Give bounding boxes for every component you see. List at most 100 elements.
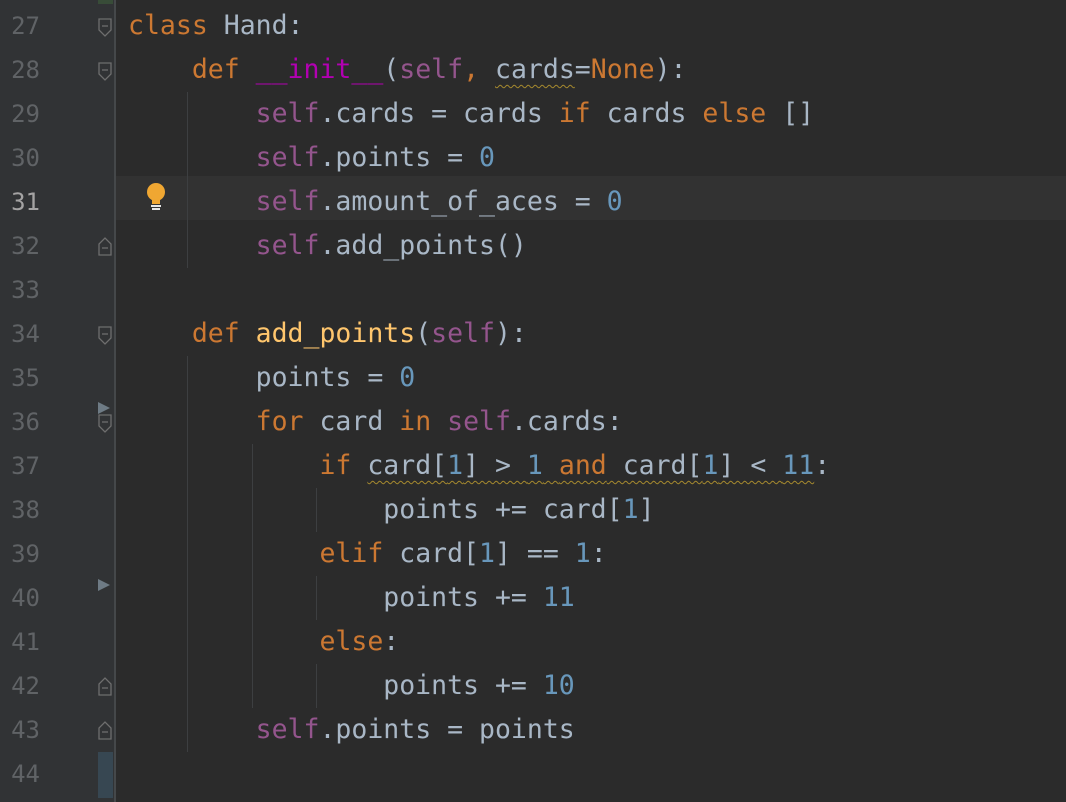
code-token: 1 <box>574 538 591 569</box>
line-number: 29 <box>11 100 40 128</box>
code-token: 0 <box>399 362 416 393</box>
code-token: 11 <box>782 450 815 481</box>
line-number: 27 <box>11 12 40 40</box>
code-token: ] <box>638 494 655 525</box>
vcs-change-marker[interactable] <box>98 0 113 4</box>
code-token: Hand: <box>223 10 304 41</box>
line-number: 28 <box>11 56 40 84</box>
code-token: add_points <box>255 318 416 349</box>
code-line[interactable]: 27 class Hand: <box>11 0 1066 44</box>
code-token: points += card[ <box>128 494 623 525</box>
code-text[interactable]: points += 11 <box>128 576 575 620</box>
code-token: 11 <box>542 582 575 613</box>
code-text[interactable]: def __init__(self, cards=None): <box>128 48 687 92</box>
code-text[interactable]: elif card[1] == 1: <box>128 532 607 576</box>
fold-end-marker-icon[interactable] <box>98 236 112 256</box>
line-number: 31 <box>11 188 40 216</box>
code-token: .cards = cards <box>319 98 559 129</box>
line-number: 32 <box>11 232 40 260</box>
code-token: card[ <box>383 538 480 569</box>
code-text[interactable]: for card in self.cards: <box>128 400 623 444</box>
code-token: 1 <box>702 450 719 481</box>
code-line[interactable]: 29 self.cards = cards if cards else [] <box>11 88 1066 132</box>
fold-marker-icon[interactable] <box>98 414 112 433</box>
code-text[interactable]: self.points = 0 <box>128 136 495 180</box>
code-line[interactable]: 34 def add_points(self): <box>11 308 1066 352</box>
code-token: def <box>128 54 256 85</box>
fold-marker-icon[interactable] <box>98 18 112 37</box>
code-line[interactable]: 41 else: <box>11 616 1066 660</box>
code-token: 1 <box>479 538 495 569</box>
fold-marker-icon[interactable] <box>98 326 112 345</box>
line-number: 34 <box>11 320 40 348</box>
code-text[interactable]: if card[1] > 1 and card[1] < 11: <box>128 444 830 488</box>
code-token: self <box>447 406 511 437</box>
code-line[interactable]: 31 self.amount_of_aces = 0 <box>11 176 1066 220</box>
code-token: card[ <box>606 450 703 481</box>
code-text[interactable]: def add_points(self): <box>128 312 527 356</box>
code-line[interactable]: 40 points += 11 <box>11 572 1066 616</box>
code-token: .cards: <box>510 406 623 437</box>
line-number: 41 <box>11 628 40 656</box>
code-line[interactable]: 42 points += 10 <box>11 660 1066 704</box>
code-token: and <box>558 450 607 481</box>
code-token: points += <box>128 582 543 613</box>
line-number: 43 <box>11 716 40 744</box>
code-token: 0 <box>606 186 623 217</box>
code-token: ] == <box>494 538 575 569</box>
lightbulb-icon[interactable] <box>144 182 168 212</box>
code-editor[interactable]: 27 class Hand: 28 def __init__(self, cards… <box>11 0 1066 802</box>
line-number: 42 <box>11 672 40 700</box>
code-line[interactable]: 38 points += card[1] <box>11 484 1066 528</box>
play-arrow-icon[interactable] <box>96 569 112 591</box>
code-token: self <box>255 714 320 745</box>
code-text[interactable]: self.amount_of_aces = 0 <box>128 180 623 224</box>
indent-guide <box>316 664 317 708</box>
code-token: elif <box>319 538 384 569</box>
vcs-change-marker-bottom[interactable] <box>98 752 113 798</box>
indent-guide <box>252 444 253 708</box>
code-token: self <box>399 54 464 85</box>
code-text[interactable]: self.cards = cards if cards else [] <box>128 92 814 136</box>
code-text[interactable]: points = 0 <box>128 356 416 400</box>
code-line[interactable]: 36 for card in self.cards: <box>11 396 1066 440</box>
code-line[interactable]: 39 elif card[1] == 1: <box>11 528 1066 572</box>
code-token: ( <box>383 54 400 85</box>
code-line[interactable]: 28 def __init__(self, cards=None): <box>11 44 1066 88</box>
fold-marker-icon[interactable] <box>98 62 112 81</box>
fold-end-marker-icon[interactable] <box>98 720 112 740</box>
code-text[interactable]: points += card[1] <box>128 488 655 532</box>
code-line[interactable]: 32 self.add_points() <box>11 220 1066 264</box>
code-line[interactable]: 43 self.points = points <box>11 704 1066 748</box>
code-line[interactable]: 30 self.points = 0 <box>11 132 1066 176</box>
code-line[interactable]: 33 <box>11 264 1066 308</box>
line-number: 40 <box>11 584 40 612</box>
code-line[interactable]: 35 points = 0 <box>11 352 1066 396</box>
code-token: for <box>255 406 304 437</box>
line-number: 33 <box>11 276 40 304</box>
code-token: [] <box>766 98 815 129</box>
code-token: : <box>590 538 607 569</box>
code-text[interactable]: self.points = points <box>128 708 575 752</box>
code-token: 0 <box>479 142 495 173</box>
code-line[interactable]: 37 if card[1] > 1 and card[1] < 11: <box>11 440 1066 484</box>
code-token: __init__ <box>255 54 384 85</box>
code-token: points += <box>128 670 543 701</box>
code-token: : <box>814 450 831 481</box>
play-arrow-icon[interactable] <box>96 392 112 414</box>
code-line[interactable]: 44 <box>11 748 1066 792</box>
code-token: card[ <box>367 450 448 481</box>
code-text[interactable]: points += 10 <box>128 664 574 708</box>
line-number: 37 <box>11 452 40 480</box>
line-number: 44 <box>11 760 40 788</box>
code-text[interactable]: else: <box>128 620 399 664</box>
fold-end-marker-icon[interactable] <box>98 676 112 696</box>
indent-guide <box>187 92 188 268</box>
code-text[interactable]: class Hand: <box>128 4 304 48</box>
